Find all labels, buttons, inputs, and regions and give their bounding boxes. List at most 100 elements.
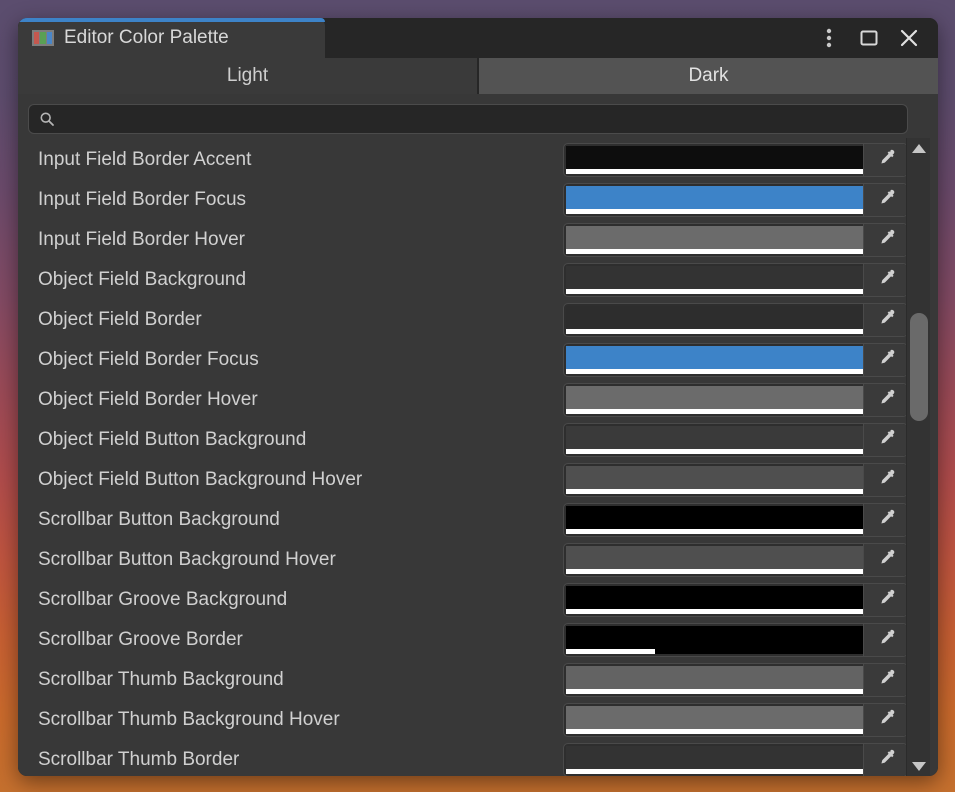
eyedropper-button[interactable] <box>863 344 907 376</box>
scrollbar-track[interactable] <box>907 158 931 756</box>
eyedropper-button[interactable] <box>863 664 907 696</box>
more-vertical-icon[interactable] <box>812 21 846 55</box>
color-name-label: Object Field Background <box>38 269 247 290</box>
table-row[interactable]: Scrollbar Thumb Background Hover <box>26 700 908 740</box>
table-row[interactable]: Object Field Border <box>26 300 908 340</box>
color-swatch-field[interactable] <box>563 303 908 337</box>
color-swatch[interactable] <box>566 426 863 454</box>
table-row[interactable]: Object Field Border Hover <box>26 380 908 420</box>
alpha-fill <box>566 409 863 414</box>
table-row[interactable]: Object Field Button Background Hover <box>26 460 908 500</box>
eyedropper-button[interactable] <box>863 144 907 176</box>
eyedropper-button[interactable] <box>863 464 907 496</box>
color-swatch-field[interactable] <box>563 703 908 737</box>
color-swatch[interactable] <box>566 626 863 654</box>
color-swatch-field[interactable] <box>563 463 908 497</box>
eyedropper-button[interactable] <box>863 704 907 736</box>
alpha-fill <box>566 569 863 574</box>
eyedropper-button[interactable] <box>863 504 907 536</box>
maximize-icon[interactable] <box>852 21 886 55</box>
color-swatch-field[interactable] <box>563 143 908 177</box>
table-row[interactable]: Scrollbar Button Background Hover <box>26 540 908 580</box>
color-swatch-field[interactable] <box>563 543 908 577</box>
color-swatch-fill <box>566 626 863 649</box>
alpha-fill <box>566 689 863 694</box>
color-swatch-fill <box>566 426 863 449</box>
color-name-label: Input Field Border Hover <box>38 229 245 250</box>
color-swatch[interactable] <box>566 226 863 254</box>
color-swatch-field[interactable] <box>563 263 908 297</box>
color-swatch[interactable] <box>566 146 863 174</box>
color-swatch-field[interactable] <box>563 663 908 697</box>
eyedropper-button[interactable] <box>863 184 907 216</box>
color-swatch-field[interactable] <box>563 383 908 417</box>
eyedropper-button[interactable] <box>863 624 907 656</box>
color-name-label: Input Field Border Accent <box>38 149 252 170</box>
close-icon[interactable] <box>892 21 926 55</box>
window-titlebar[interactable]: Editor Color Palette <box>18 18 938 58</box>
color-swatch[interactable] <box>566 346 863 374</box>
search-bar[interactable] <box>28 104 908 134</box>
color-name-label: Object Field Button Background Hover <box>38 469 363 490</box>
color-swatch[interactable] <box>566 386 863 414</box>
color-swatch[interactable] <box>566 546 863 574</box>
color-swatch[interactable] <box>566 586 863 614</box>
eyedropper-button[interactable] <box>863 264 907 296</box>
color-swatch[interactable] <box>566 506 863 534</box>
color-swatch[interactable] <box>566 746 863 774</box>
color-swatch-field[interactable] <box>563 423 908 457</box>
theme-tabs: Light Dark <box>18 58 938 94</box>
color-swatch[interactable] <box>566 306 863 334</box>
color-swatch-field[interactable] <box>563 183 908 217</box>
table-row[interactable]: Object Field Border Focus <box>26 340 908 380</box>
vertical-scrollbar[interactable] <box>906 138 930 776</box>
tab-light[interactable]: Light <box>18 58 477 94</box>
table-row[interactable]: Scrollbar Thumb Background <box>26 660 908 700</box>
color-name-label: Scrollbar Groove Border <box>38 629 243 650</box>
eyedropper-button[interactable] <box>863 744 907 776</box>
table-row[interactable]: Scrollbar Thumb Border <box>26 740 908 776</box>
scrollbar-thumb[interactable] <box>909 313 928 422</box>
table-row[interactable]: Object Field Button Background <box>26 420 908 460</box>
eyedropper-icon <box>876 148 896 173</box>
window-tab[interactable]: Editor Color Palette <box>18 18 325 58</box>
color-swatch-fill <box>566 266 863 289</box>
table-row[interactable]: Input Field Border Focus <box>26 180 908 220</box>
scrollbar-down-button[interactable] <box>907 756 931 776</box>
color-swatch-fill <box>566 146 863 169</box>
alpha-fill <box>566 249 863 254</box>
color-swatch-field[interactable] <box>563 583 908 617</box>
table-row[interactable]: Object Field Background <box>26 260 908 300</box>
table-row[interactable]: Scrollbar Groove Background <box>26 580 908 620</box>
eyedropper-button[interactable] <box>863 584 907 616</box>
eyedropper-button[interactable] <box>863 384 907 416</box>
search-input[interactable] <box>63 110 897 128</box>
color-swatch[interactable] <box>566 186 863 214</box>
color-swatch-field[interactable] <box>563 503 908 537</box>
color-swatch[interactable] <box>566 666 863 694</box>
eyedropper-button[interactable] <box>863 224 907 256</box>
color-swatch-field[interactable] <box>563 623 908 657</box>
eyedropper-icon <box>876 548 896 573</box>
eyedropper-button[interactable] <box>863 304 907 336</box>
scrollbar-up-button[interactable] <box>907 138 931 158</box>
color-name-label: Object Field Button Background <box>38 429 307 450</box>
color-name-label: Scrollbar Thumb Border <box>38 749 240 770</box>
color-swatch-field[interactable] <box>563 343 908 377</box>
table-row[interactable]: Input Field Border Hover <box>26 220 908 260</box>
eyedropper-icon <box>876 748 896 773</box>
color-swatch-fill <box>566 346 863 369</box>
eyedropper-button[interactable] <box>863 544 907 576</box>
eyedropper-button[interactable] <box>863 424 907 456</box>
window-controls <box>812 18 938 58</box>
color-swatch-field[interactable] <box>563 223 908 257</box>
table-row[interactable]: Scrollbar Groove Border <box>26 620 908 660</box>
color-swatch[interactable] <box>566 266 863 294</box>
color-swatch[interactable] <box>566 466 863 494</box>
tab-dark[interactable]: Dark <box>479 58 938 94</box>
color-swatch[interactable] <box>566 706 863 734</box>
table-row[interactable]: Input Field Border Accent <box>26 140 908 180</box>
color-swatch-fill <box>566 226 863 249</box>
table-row[interactable]: Scrollbar Button Background <box>26 500 908 540</box>
color-swatch-field[interactable] <box>563 743 908 776</box>
